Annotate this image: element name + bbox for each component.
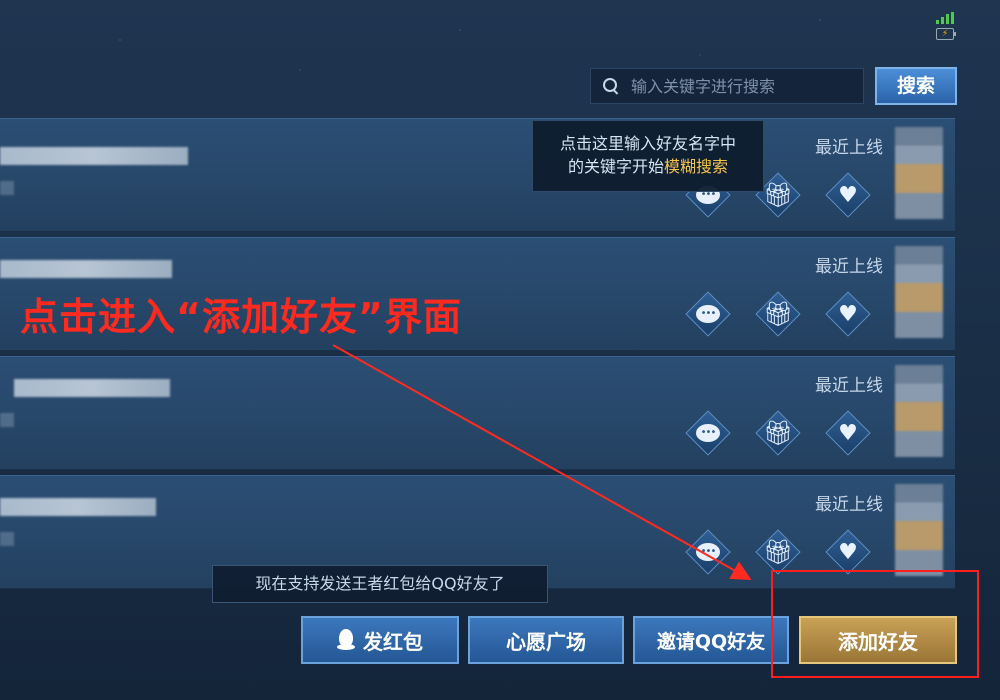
wish-square-button[interactable]: 心愿广场	[468, 616, 624, 664]
wish-square-label: 心愿广场	[506, 629, 586, 654]
qq-icon	[337, 629, 355, 651]
red-packet-notice: 现在支持发送王者红包给QQ好友了	[212, 565, 548, 603]
invite-qq-friends-button[interactable]: 邀请QQ好友	[633, 616, 789, 664]
red-packet-button[interactable]: 发红包	[301, 616, 459, 664]
annotation-highlight-box	[771, 570, 979, 678]
invite-qq-label: 邀请QQ好友	[656, 630, 766, 653]
red-packet-label: 发红包	[363, 629, 423, 654]
